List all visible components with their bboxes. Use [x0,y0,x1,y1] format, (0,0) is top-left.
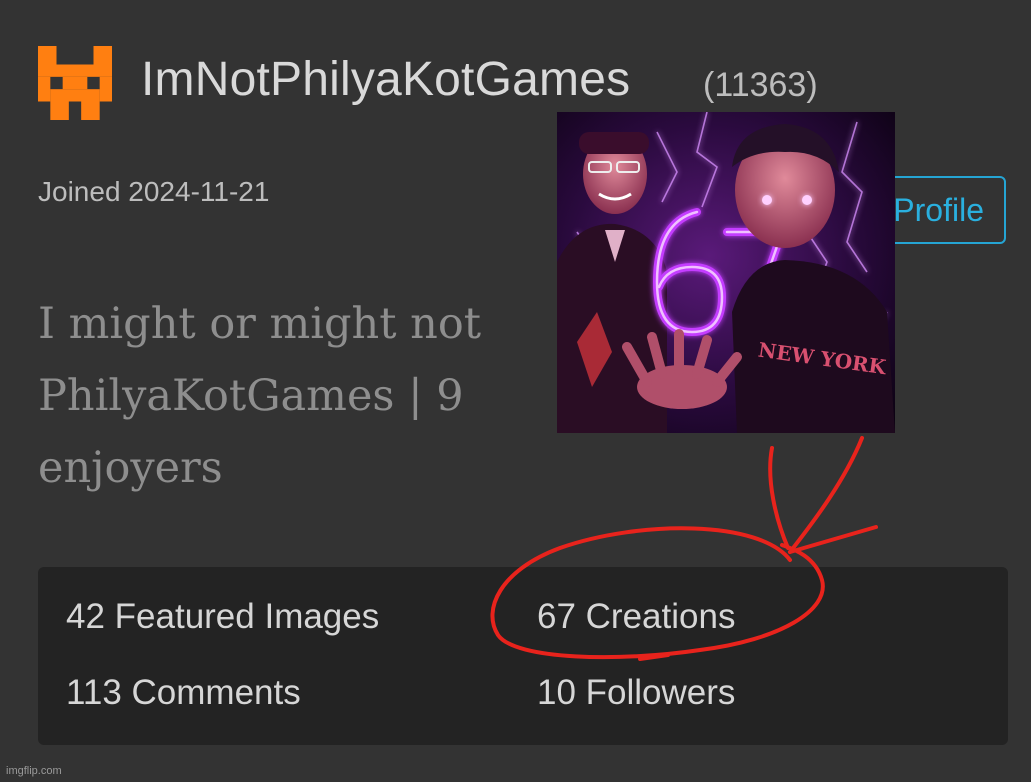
username[interactable]: ImNotPhilyaKotGames [141,52,630,107]
points-count: (11363) [703,66,818,104]
overlay-meme-image: NEW YORK [557,112,895,433]
comments-link[interactable]: 113 Comments [66,673,301,713]
imgflip-watermark: imgflip.com [6,765,62,777]
joined-date: Joined 2024-11-21 [38,176,270,207]
bio-line: enjoyers [38,443,223,493]
profile-page: ImNotPhilyaKotGames (11363) Joined 2024-… [0,0,1031,782]
featured-images-link[interactable]: 42 Featured Images [66,597,379,637]
pixel-cat-logo-icon[interactable] [38,46,112,120]
creations-link[interactable]: 67 Creations [537,597,735,637]
profile-button-label: Profile [893,191,984,228]
followers-link[interactable]: 10 Followers [537,673,735,713]
meme-illustration: NEW YORK [557,112,895,433]
stats-panel: 42 Featured Images 67 Creations 113 Comm… [38,567,1008,745]
